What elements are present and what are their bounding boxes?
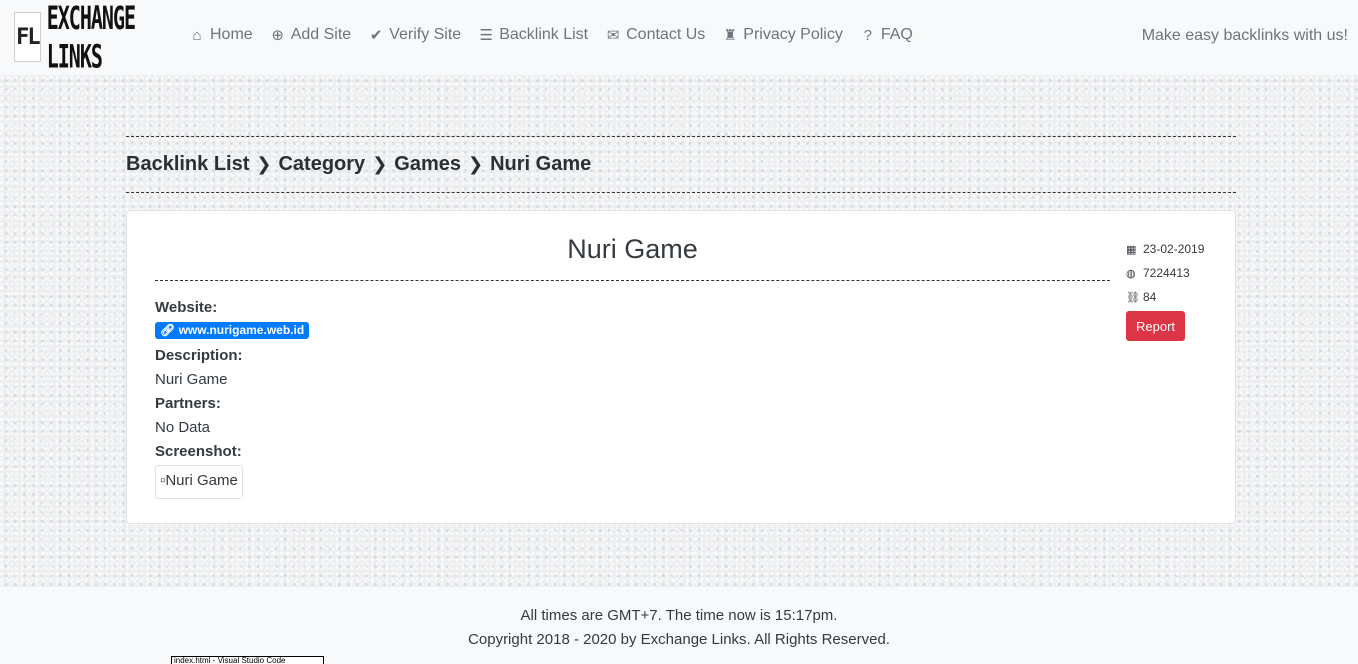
meta-links-value: 84 — [1143, 290, 1157, 304]
chevron-right-icon: ❯ — [468, 154, 484, 174]
building-icon: ♜ — [723, 27, 737, 44]
breadcrumb-current: Nuri Game — [490, 153, 592, 175]
description-label: Description: — [155, 347, 243, 364]
logo-text: EXCHANGE LINKS — [46, 0, 136, 76]
breadcrumb-backlink-list[interactable]: Backlink List — [126, 153, 249, 176]
breadcrumb-games[interactable]: Games — [394, 153, 461, 176]
description-value: Nuri Game — [155, 371, 228, 388]
meta-rank-value: 7224413 — [1143, 266, 1190, 280]
chevron-right-icon: ❯ — [372, 154, 388, 174]
plus-circle-icon: ⊕ — [271, 27, 284, 44]
website-link[interactable]: 🔗︎ www.nurigame.web.id — [155, 322, 310, 339]
partners-value: No Data — [155, 419, 211, 436]
nav-label: Verify Site — [389, 26, 462, 43]
logo-mark: FL — [14, 12, 41, 62]
nav-label: Backlink List — [499, 26, 589, 43]
report-button[interactable]: Report — [1126, 311, 1185, 341]
footer: All times are GMT+7. The time now is 15:… — [0, 587, 1358, 664]
taskbar-preview[interactable]: index.html - Visual Studio Code — [171, 656, 324, 664]
envelope-icon: ✉ — [606, 27, 620, 44]
meta-rank: ◍ 7224413 — [1126, 261, 1204, 285]
tagline: Make easy backlinks with us! — [1141, 27, 1348, 44]
navbar: FL EXCHANGE LINKS ⌂ Home ⊕ Add Site ✔ Ve… — [0, 0, 1358, 75]
nav-label: Home — [210, 26, 253, 43]
nav-home[interactable]: ⌂ Home — [188, 26, 253, 44]
nav-label: Contact Us — [626, 26, 706, 43]
website-url: www.nurigame.web.id — [178, 323, 305, 337]
nav-privacy-policy[interactable]: ♜ Privacy Policy — [721, 26, 843, 44]
screenshot-alt: Nuri Game — [165, 472, 238, 489]
check-circle-icon: ✔ — [369, 27, 383, 44]
website-label: Website: — [155, 299, 218, 316]
site-detail-card: Nuri Game ▦ 23-02-2019 ◍ 7224413 ⛓ 84 Re… — [126, 210, 1236, 524]
meta-links: ⛓ 84 — [1126, 285, 1204, 309]
meta-date: ▦ 23-02-2019 — [1126, 237, 1204, 261]
list-icon: ☰ — [479, 27, 493, 44]
globe-icon: ◍ — [1126, 267, 1136, 280]
site-logo[interactable]: FL EXCHANGE LINKS — [14, 0, 166, 75]
nav-label: Privacy Policy — [743, 26, 843, 43]
nav-label: FAQ — [880, 26, 913, 43]
breadcrumb-category[interactable]: Category — [278, 153, 365, 176]
calendar-icon: ▦ — [1126, 243, 1137, 256]
footer-copyright: Copyright 2018 - 2020 by Exchange Links.… — [468, 631, 890, 648]
partners-label: Partners: — [155, 395, 221, 412]
nav-contact-us[interactable]: ✉ Contact Us — [604, 26, 705, 44]
nav-faq[interactable]: ? FAQ — [859, 26, 913, 44]
nav-verify-site[interactable]: ✔ Verify Site — [367, 26, 461, 44]
meta-date-value: 23-02-2019 — [1143, 242, 1205, 256]
home-icon: ⌂ — [192, 26, 202, 44]
screenshot-label: Screenshot: — [155, 443, 242, 460]
site-details: Website: 🔗︎ www.nurigame.web.id Descript… — [155, 296, 310, 499]
nav-add-site[interactable]: ⊕ Add Site — [269, 26, 351, 44]
question-circle-icon: ? — [863, 26, 873, 44]
screenshot-image[interactable]: ▫Nuri Game — [155, 465, 243, 499]
chevron-right-icon: ❯ — [256, 154, 272, 174]
nav-backlink-list[interactable]: ☰ Backlink List — [477, 26, 588, 44]
main-content: Backlink List ❯ Category ❯ Games ❯ Nuri … — [0, 75, 1358, 587]
breadcrumb: Backlink List ❯ Category ❯ Games ❯ Nuri … — [126, 136, 1236, 193]
main-nav: ⌂ Home ⊕ Add Site ✔ Verify Site ☰ Backli… — [188, 26, 929, 44]
link-chain-icon: ⛓ — [1126, 291, 1140, 304]
footer-time: All times are GMT+7. The time now is 15:… — [520, 607, 838, 624]
page-title: Nuri Game — [155, 231, 1110, 281]
site-meta: ▦ 23-02-2019 ◍ 7224413 ⛓ 84 Report — [1126, 237, 1204, 341]
nav-label: Add Site — [290, 26, 352, 43]
link-icon: 🔗︎ — [160, 323, 176, 337]
